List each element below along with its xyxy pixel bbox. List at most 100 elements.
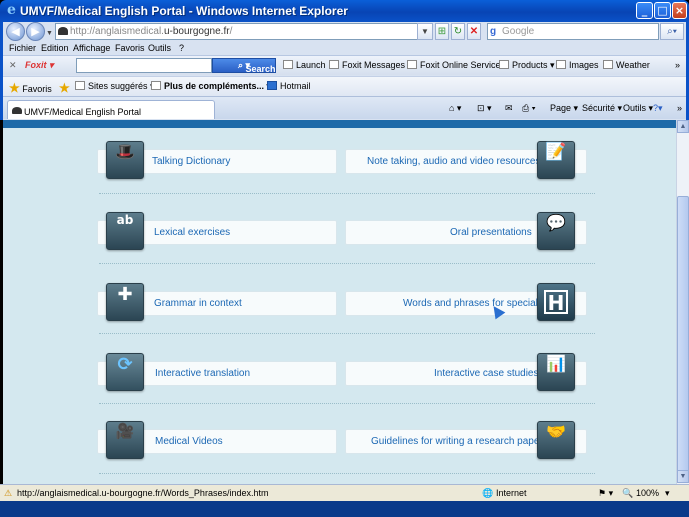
favorites-star-icon: ★ <box>9 81 20 95</box>
favoris-button[interactable]: ★ Favoris <box>9 81 52 95</box>
bowler-hat-icon[interactable]: 🎩 <box>106 141 144 179</box>
weather-button[interactable]: Weather <box>603 60 650 70</box>
favorites-bar: ★ Favoris ★ Sites suggérés ▾ Plus de com… <box>3 76 686 96</box>
hospital-h-icon[interactable]: H <box>537 283 575 321</box>
images-button[interactable]: Images <box>556 60 599 70</box>
add-favorite-icon[interactable]: ★ <box>59 81 70 95</box>
window-title: UMVF/Medical English Portal - Windows In… <box>20 4 348 18</box>
scroll-up-icon[interactable]: ▲ <box>677 120 689 133</box>
navigation-bar: ◀ ▶ ▼ http://anglaismedical.u-bourgogne.… <box>3 22 686 41</box>
words-and-phrases-label: Words and phrases for specialists <box>403 298 553 309</box>
speech-bubble-ab-icon[interactable]: ab <box>106 212 144 250</box>
interactive-case-studies-label: Interactive case studies <box>434 368 539 379</box>
page-content: Talking Dictionary 🎩 Lexical exercises a… <box>3 120 676 484</box>
foxit-close-icon[interactable]: ✕ <box>9 60 17 71</box>
launch-button[interactable]: Launch <box>283 60 326 70</box>
browser-chrome: ◀ ▶ ▼ http://anglaismedical.u-bourgogne.… <box>0 22 689 120</box>
print-icon[interactable]: ⎙ ▾ <box>522 103 535 114</box>
refresh-icon[interactable]: ↻ <box>451 23 465 40</box>
forward-button[interactable]: ▶ <box>26 22 45 41</box>
url-prefix: http://anglaismedical. <box>70 26 164 37</box>
hotmail-icon <box>267 81 277 90</box>
talking-dictionary-label: Talking Dictionary <box>152 156 231 167</box>
foxit-messages-button[interactable]: Foxit Messages <box>329 60 405 70</box>
zoom-level[interactable]: 100% <box>636 488 659 498</box>
puzzle-pieces-icon[interactable]: ✚ <box>106 283 144 321</box>
grammar-in-context-label: Grammar in context <box>154 298 242 309</box>
images-icon <box>556 60 566 69</box>
stop-icon[interactable]: ✕ <box>467 23 481 40</box>
tab-medical-english-portal[interactable]: UMVF/Medical English Portal <box>7 100 215 119</box>
search-placeholder: Google <box>502 26 535 37</box>
tab-favicon-icon <box>12 107 22 114</box>
search-input[interactable]: g Google <box>487 23 659 40</box>
protected-mode-icon[interactable]: ⚑ ▾ <box>598 488 613 499</box>
notepad-icon[interactable]: 📝 <box>537 141 575 179</box>
home-icon[interactable]: ⌂ ▾ <box>449 103 461 114</box>
menu-bar: Fichier Edition Affichage Favoris Outils… <box>3 42 686 55</box>
page-menu[interactable]: Page ▾ <box>550 103 578 114</box>
speech-bubbles-icon[interactable]: 💬 <box>537 212 575 250</box>
history-dropdown-icon[interactable]: ▼ <box>45 26 54 37</box>
row-divider <box>99 263 595 264</box>
security-menu[interactable]: Sécurité ▾ <box>582 103 622 114</box>
status-bar: ⚠ http://anglaismedical.u-bourgogne.fr/W… <box>0 484 689 501</box>
products-icon <box>499 60 509 69</box>
title-bar: e UMVF/Medical English Portal - Windows … <box>0 0 689 22</box>
presentation-board-icon[interactable]: 📊 <box>537 353 575 391</box>
vertical-scrollbar[interactable]: ▲ ▼ <box>676 120 689 484</box>
scroll-thumb[interactable] <box>677 196 689 474</box>
foxit-online-services-button[interactable]: Foxit Online Services <box>407 60 505 70</box>
address-dropdown-icon[interactable]: ▼ <box>417 23 433 40</box>
weather-icon <box>603 60 613 69</box>
row-divider <box>99 333 595 334</box>
toolbar-options-icon[interactable]: » <box>675 60 680 70</box>
help-icon[interactable]: ?▾ <box>653 103 663 114</box>
search-go-icon[interactable]: ⌕▾ <box>660 23 684 40</box>
online-services-icon <box>407 60 417 69</box>
row-divider <box>99 473 595 474</box>
refresh-arrows-icon[interactable]: ⟳ <box>106 353 144 391</box>
more-addons-button[interactable]: Plus de compléments... ▾ <box>151 81 271 92</box>
status-url: http://anglaismedical.u-bourgogne.fr/Wor… <box>17 488 269 498</box>
taskbar <box>0 501 689 517</box>
close-button[interactable]: × <box>672 2 687 19</box>
url-domain: u-bourgogne.fr <box>163 26 230 37</box>
tab-bar: UMVF/Medical English Portal ⌂ ▾ ⊡ ▾ ✉ ⎙ … <box>3 96 686 119</box>
video-camera-icon[interactable]: 🎥 <box>106 421 144 459</box>
maximize-button[interactable]: □ <box>654 2 671 19</box>
scroll-down-icon[interactable]: ▼ <box>677 470 689 483</box>
site-favicon-icon <box>58 27 68 35</box>
tab-label: UMVF/Medical English Portal <box>24 107 142 117</box>
address-bar[interactable]: http://anglaismedical.u-bourgogne.fr/ <box>55 23 433 40</box>
menu-item-fichier[interactable]: Fichier <box>9 43 36 53</box>
rss-feeds-icon[interactable]: ⊡ ▾ <box>477 103 492 114</box>
foxit-logo[interactable]: Foxit ▾ <box>25 60 54 71</box>
minimize-button[interactable]: _ <box>636 2 653 19</box>
foxit-search-button[interactable]: ⌕ Search ▾ <box>212 58 276 74</box>
row-divider <box>99 403 595 404</box>
command-bar-options-icon[interactable]: » <box>677 103 682 113</box>
foxit-search-input[interactable] <box>76 58 212 73</box>
oral-presentations-label: Oral presentations <box>450 227 532 238</box>
menu-item-favoris[interactable]: Favoris <box>115 43 145 53</box>
tools-menu[interactable]: Outils ▾ <box>623 103 653 114</box>
suggested-sites-button[interactable]: Sites suggérés ▾ <box>75 81 155 92</box>
menu-item-affichage[interactable]: Affichage <box>73 43 110 53</box>
medical-videos-label: Medical Videos <box>155 436 223 447</box>
menu-item-outils[interactable]: Outils <box>148 43 171 53</box>
products-button[interactable]: Products ▾ <box>499 60 555 71</box>
zoom-icon[interactable]: 🔍 <box>622 488 633 499</box>
research-paper-guidelines-label: Guidelines for writing a research paper <box>371 436 543 447</box>
menu-item-edition[interactable]: Edition <box>41 43 69 53</box>
hotmail-button[interactable]: Hotmail <box>267 81 311 91</box>
read-mail-icon[interactable]: ✉ <box>505 103 513 114</box>
note-taking-label: Note taking, audio and video resources <box>367 156 541 167</box>
zoom-dropdown-icon[interactable]: ▾ <box>665 488 670 499</box>
back-button[interactable]: ◀ <box>6 22 25 41</box>
handshake-icon[interactable]: 🤝 <box>537 421 575 459</box>
lexical-exercises-label: Lexical exercises <box>154 227 231 238</box>
menu-item-help[interactable]: ? <box>179 43 184 53</box>
compatibility-view-icon[interactable]: ⊞ <box>435 23 449 40</box>
ie-logo-icon: e <box>7 2 16 18</box>
